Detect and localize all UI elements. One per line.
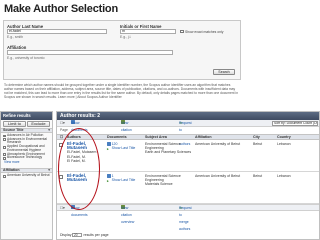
- table-row: El-Fadel, Mutasem El-Fadel, Mutasem El-F…: [57, 140, 319, 172]
- source-title-list: Advances in Air Pollution Advances in En…: [1, 133, 52, 160]
- author-name-link[interactable]: El-Fadel, Mutasem: [67, 141, 107, 150]
- expand-icon: ▸: [107, 146, 109, 151]
- facet-checkbox[interactable]: [3, 156, 6, 160]
- document-icon: [107, 142, 111, 146]
- source-title-header: Source Title: [3, 128, 24, 132]
- exact-match-checkbox[interactable]: [180, 29, 184, 33]
- first-name-hint: E.g., j.l.: [120, 35, 132, 39]
- page-label: Page: [60, 128, 68, 132]
- document-icon: [107, 174, 111, 178]
- city-cell: Beirut: [253, 174, 263, 178]
- subject-area: Earth and Planetary Sciences: [145, 150, 192, 155]
- sort-select[interactable]: Sort by: Document Count (Descending): [272, 121, 318, 126]
- col-authors[interactable]: Authors: [67, 135, 81, 139]
- info-text: To determine which author names should b…: [4, 83, 239, 100]
- results-header: Author results: 2: [57, 112, 319, 120]
- show-last-title-link[interactable]: ▸ Show Last Title: [107, 146, 143, 150]
- author-name-link[interactable]: El-Fadel, Mutasem: [67, 173, 107, 182]
- show-last-title-link[interactable]: ▸ Show Last Title: [107, 178, 143, 182]
- city-cell: Beirut: [253, 142, 263, 146]
- column-checkbox[interactable]: ☐: [60, 135, 63, 139]
- facet-checkbox[interactable]: [3, 145, 6, 149]
- last-name-input[interactable]: el-fadel: [7, 29, 107, 34]
- refine-buttons: Limit to Exclude: [1, 120, 52, 128]
- last-name-hint: E.g., smith: [7, 35, 24, 39]
- affiliation-hint: E.g., university of toronto: [7, 56, 45, 60]
- affiliation-header: Affiliation: [3, 168, 20, 173]
- expand-icon: ▸: [107, 178, 109, 183]
- author-variant: El Fadel, M.: [67, 158, 86, 163]
- first-name-input[interactable]: m: [120, 29, 176, 34]
- col-subject-area[interactable]: Subject Area: [145, 135, 167, 139]
- affiliation-cell: American University of Beirut: [195, 174, 241, 178]
- display-label: Display: [60, 232, 72, 237]
- country-cell: Lebanon: [277, 142, 291, 146]
- limit-to-button[interactable]: Limit to: [3, 121, 26, 127]
- country-cell: Lebanon: [277, 174, 291, 178]
- refine-title: Refine results: [1, 112, 52, 120]
- col-city[interactable]: City: [253, 135, 260, 139]
- row-checkbox[interactable]: [59, 143, 63, 147]
- results-per-page-select[interactable]: 20: [72, 232, 83, 237]
- col-affiliation[interactable]: Affiliation: [195, 135, 212, 139]
- col-documents[interactable]: Documents: [107, 135, 127, 139]
- affiliation-cell: American University of Beirut: [195, 142, 241, 146]
- select-all-checkbox[interactable]: ☐▾: [60, 205, 65, 212]
- refine-panel: Refine results Limit to Exclude Source T…: [0, 111, 53, 240]
- select-all-checkbox[interactable]: ☐▾: [60, 120, 65, 127]
- row-checkbox[interactable]: [59, 175, 63, 179]
- facet-item[interactable]: Bioresource Technology: [1, 155, 52, 160]
- author-search-panel: Author Last Name el-fadel E.g., smith In…: [3, 20, 241, 80]
- affiliation-input[interactable]: [7, 50, 173, 55]
- exclude-button[interactable]: Exclude: [27, 121, 50, 127]
- table-row: El-Fadel, Mutasem 1 ▸ Show Last Title Env…: [57, 172, 319, 204]
- exact-match-label: Show exact matches only: [185, 29, 224, 34]
- page-title: Make Author Selection: [4, 3, 118, 15]
- search-button[interactable]: Search: [213, 69, 235, 75]
- results-toolbar: ☐▾ Show documents View citation overview…: [57, 120, 319, 146]
- results-panel: Author results: 2 ☐▾ Show documents View…: [56, 111, 320, 240]
- collapse-icon[interactable]: ▾: [48, 128, 50, 133]
- view-more-link[interactable]: View more: [1, 160, 52, 164]
- results-toolbar-bottom: ☐▾ Show documents View citation overview…: [57, 204, 319, 231]
- display-control: Display 20 results per page: [60, 232, 109, 237]
- facet-item[interactable]: American University of Beirut: [1, 173, 52, 178]
- display-suffix: results per page: [83, 232, 109, 237]
- facet-checkbox[interactable]: [3, 138, 6, 142]
- subject-area: Materials Science: [145, 182, 173, 187]
- pager: Page: [57, 127, 319, 134]
- facet-checkbox[interactable]: [3, 174, 6, 178]
- col-country[interactable]: Country: [277, 135, 291, 139]
